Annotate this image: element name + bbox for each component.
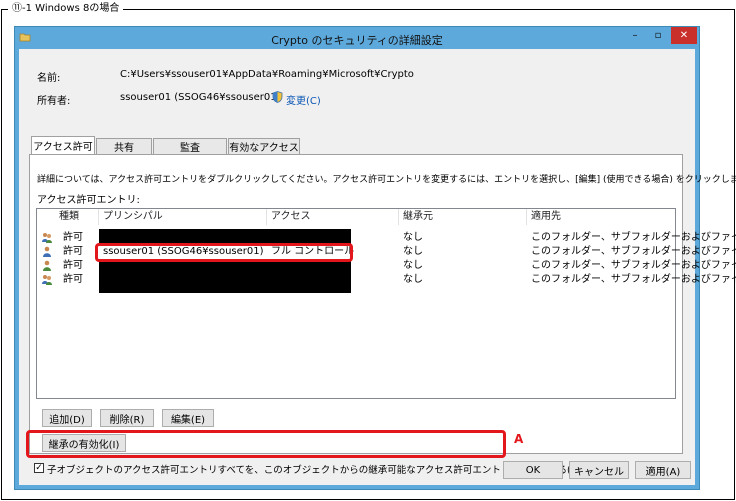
row-inherited: なし (403, 246, 423, 257)
user-icon (43, 246, 51, 257)
row-applies: このフォルダー、サブフォルダーおよびファイル (531, 260, 736, 271)
apply-button[interactable]: 適用(A) (635, 461, 691, 479)
redacted-block (99, 259, 351, 293)
ok-button[interactable]: OK (503, 461, 563, 479)
highlight-box (95, 243, 353, 262)
title-bar[interactable]: Crypto のセキュリティの詳細設定 – ▫ ✕ (15, 27, 699, 49)
row-inherited: なし (403, 274, 423, 285)
entries-label: アクセス許可エントリ: (37, 195, 140, 206)
security-dialog: Crypto のセキュリティの詳細設定 – ▫ ✕ 名前: C:¥Users¥s… (14, 26, 736, 490)
change-owner-link[interactable]: 変更(C) (286, 92, 321, 107)
column-principal[interactable]: プリンシパル (99, 209, 267, 225)
column-applies-to[interactable]: 適用先 (527, 209, 675, 225)
permission-entries-list[interactable]: 種類 プリンシパル アクセス 継承元 適用先 許可 なし このフォルダー、サブフ… (36, 208, 736, 399)
row-type: 許可 (63, 232, 83, 243)
group-icon (42, 233, 52, 243)
remove-button[interactable]: 削除(R) (100, 409, 154, 427)
column-access[interactable]: アクセス (267, 209, 399, 225)
owner-value: ssouser01 (SSOG46¥ssouser01) (120, 92, 281, 103)
cancel-button[interactable]: キャンセル (569, 461, 629, 479)
dialog-body: 名前: C:¥Users¥ssouser01¥AppData¥Roaming¥M… (19, 49, 736, 485)
uac-shield-icon (272, 91, 283, 103)
name-label: 名前: (37, 73, 61, 84)
row-applies: このフォルダー、サブフォルダーおよびファイル (531, 274, 736, 285)
edit-button[interactable]: 編集(E) (162, 409, 214, 427)
group-icon (42, 275, 52, 285)
minimize-button[interactable]: – (623, 27, 647, 44)
row-applies: このフォルダー、サブフォルダーおよびファイル (531, 232, 736, 243)
instructions-text: 詳細については、アクセス許可エントリをダブルクリックしてください。アクセス許可エ… (37, 175, 736, 185)
maximize-button[interactable]: ▫ (647, 27, 669, 44)
frame-caption: ⑪-1 Windows 8の場合 (8, 3, 124, 15)
user-icon (43, 260, 51, 271)
replace-child-permissions-label[interactable]: 子オブジェクトのアクセス許可エントリすべてを、このオブジェクトからの継承可能なア… (47, 462, 580, 476)
tab-effective-access[interactable]: 有効なアクセス (228, 138, 300, 154)
add-button[interactable]: 追加(D) (42, 409, 92, 427)
column-type[interactable]: 種類 (37, 209, 99, 225)
annotation-marker: A (514, 432, 524, 446)
replace-child-permissions-checkbox[interactable]: ✓ (34, 463, 44, 473)
owner-label: 所有者: (37, 96, 71, 107)
row-inherited: なし (403, 260, 423, 271)
row-inherited: なし (403, 232, 423, 243)
row-applies: このフォルダー、サブフォルダーおよびファイル (531, 246, 736, 257)
row-type: 許可 (63, 246, 83, 257)
window-title: Crypto のセキュリティの詳細設定 (271, 34, 443, 47)
row-type: 許可 (63, 260, 83, 271)
close-button[interactable]: ✕ (671, 27, 697, 44)
tab-sharing[interactable]: 共有 (96, 138, 152, 154)
tab-permissions[interactable]: アクセス許可 (31, 136, 95, 154)
column-inherited-from[interactable]: 継承元 (399, 209, 527, 225)
tab-auditing[interactable]: 監査 (153, 138, 227, 154)
checkbox-highlight-box (26, 430, 506, 458)
row-type: 許可 (63, 274, 83, 285)
name-value: C:¥Users¥ssouser01¥AppData¥Roaming¥Micro… (120, 69, 414, 80)
